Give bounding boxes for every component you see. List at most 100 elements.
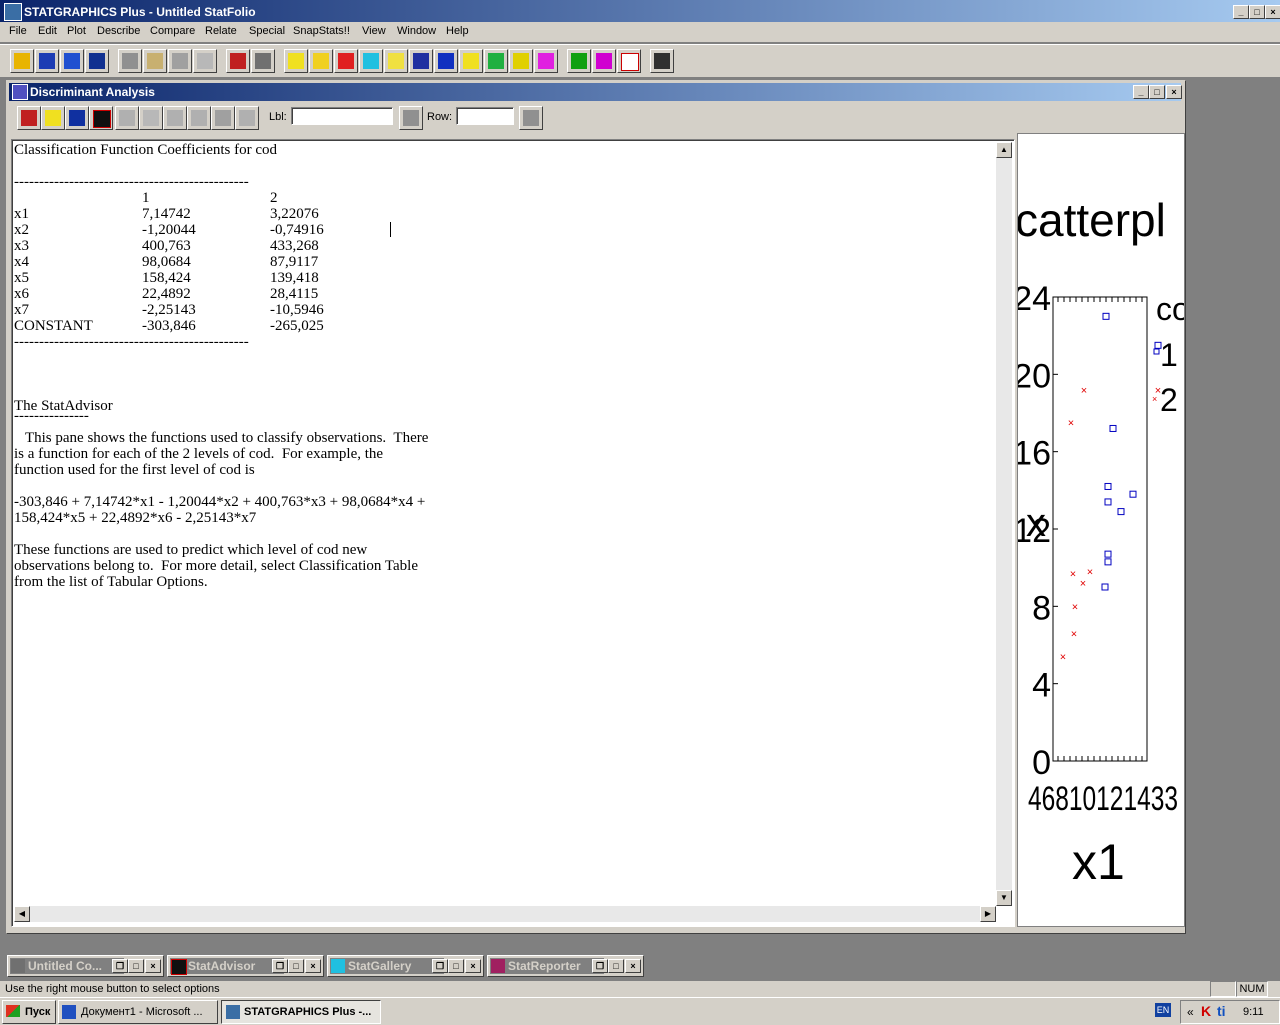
close-statgallery-button[interactable]: × <box>465 959 481 973</box>
text-output-pane[interactable]: Classification Function Coefficients for… <box>11 139 1015 927</box>
brush-button[interactable] <box>187 106 211 130</box>
maximize-statfolio-button[interactable]: □ <box>128 959 144 973</box>
coef-cell: 158,424 <box>142 270 191 286</box>
menu-snapstats[interactable]: SnapStats!! <box>293 25 350 37</box>
binoculars-icon <box>403 110 419 126</box>
col-header-2: 2 <box>270 190 278 206</box>
restore-statreporter-button[interactable]: ❐ <box>592 959 608 973</box>
menu-file[interactable]: File <box>9 25 27 37</box>
paste-button[interactable] <box>168 49 192 73</box>
scroll-left-button[interactable]: ◀ <box>14 906 30 922</box>
include-button[interactable] <box>163 106 187 130</box>
undo-button[interactable] <box>193 49 217 73</box>
kaspersky-icon[interactable]: K <box>1201 1003 1211 1019</box>
menu-help[interactable]: Help <box>446 25 469 37</box>
maximize-statadvisor-button[interactable]: □ <box>288 959 304 973</box>
child-minimize-button[interactable]: _ <box>1133 85 1149 99</box>
input-dialog-button[interactable] <box>17 106 41 130</box>
minimize-button[interactable]: _ <box>1233 5 1249 19</box>
scroll-up-button[interactable]: ▲ <box>996 142 1012 158</box>
y-tick-label: 0 <box>1032 744 1051 782</box>
close-button[interactable]: × <box>1265 5 1280 19</box>
matrix-button[interactable] <box>359 49 383 73</box>
analysis-options-button[interactable] <box>41 106 65 130</box>
vertical-scrollbar[interactable]: ▲ ▼ <box>996 142 1012 906</box>
save-button[interactable] <box>35 49 59 73</box>
spreadsheet-button[interactable] <box>60 49 84 73</box>
minimized-statreporter[interactable]: StatReporter ❐ □ × <box>487 955 644 977</box>
timeseries-button[interactable] <box>409 49 433 73</box>
save-results-button[interactable] <box>115 106 139 130</box>
menu-edit[interactable]: Edit <box>38 25 57 37</box>
y-axis-label-fragment: x <box>1026 501 1046 545</box>
lbl-find-button[interactable] <box>399 106 423 130</box>
close-statfolio-button[interactable]: × <box>145 959 161 973</box>
identify-button[interactable] <box>211 106 235 130</box>
menu-view[interactable]: View <box>362 25 386 37</box>
scatter-icon <box>288 53 304 69</box>
tabular-options-button[interactable] <box>89 106 113 130</box>
maximize-statreporter-button[interactable]: □ <box>608 959 624 973</box>
wizard-button[interactable] <box>592 49 616 73</box>
help-button[interactable] <box>617 49 641 73</box>
menu-describe[interactable]: Describe <box>97 25 140 37</box>
lbl-field[interactable] <box>291 107 393 125</box>
top-ticks <box>1057 297 1143 761</box>
tray-app-icon[interactable]: ti <box>1217 1003 1226 1019</box>
scroll-down-button[interactable]: ▼ <box>996 890 1012 906</box>
scroll-right-button[interactable]: ▶ <box>980 906 996 922</box>
task-statgraphics[interactable]: STATGRAPHICS Plus -... <box>221 1000 381 1024</box>
copy-button[interactable] <box>143 49 167 73</box>
exclude-button[interactable] <box>139 106 163 130</box>
language-indicator[interactable]: EN <box>1155 1003 1171 1017</box>
statadvisor-button[interactable] <box>567 49 591 73</box>
tray-expand-icon[interactable]: « <box>1187 1005 1194 1019</box>
control-chart-button[interactable] <box>509 49 533 73</box>
row-find-button[interactable] <box>519 106 543 130</box>
maximize-statgallery-button[interactable]: □ <box>448 959 464 973</box>
minimized-statgallery[interactable]: StatGallery ❐ □ × <box>327 955 484 977</box>
col-header-1: 1 <box>142 190 150 206</box>
exclude-icon <box>143 110 159 126</box>
open-button[interactable] <box>10 49 34 73</box>
calculator-button[interactable] <box>650 49 674 73</box>
maximize-button[interactable]: □ <box>1249 5 1265 19</box>
task-word-document[interactable]: Документ1 - Microsoft ... <box>58 1000 218 1024</box>
print-button[interactable] <box>226 49 250 73</box>
menu-special[interactable]: Special <box>249 25 285 37</box>
child-maximize-button[interactable]: □ <box>1149 85 1165 99</box>
child-close-button[interactable]: × <box>1166 85 1182 99</box>
distribution-button[interactable] <box>434 49 458 73</box>
menu-window[interactable]: Window <box>397 25 436 37</box>
menu-compare[interactable]: Compare <box>150 25 195 37</box>
minimized-statadvisor[interactable]: StatAdvisor ❐ □ × <box>167 955 324 977</box>
scatterplot-button[interactable] <box>284 49 308 73</box>
menu-plot[interactable]: Plot <box>67 25 86 37</box>
horizontal-scrollbar[interactable]: ◀ ▶ <box>14 906 996 922</box>
glm-button[interactable] <box>534 49 558 73</box>
restore-statfolio-button[interactable]: ❐ <box>112 959 128 973</box>
close-statadvisor-button[interactable]: × <box>305 959 321 973</box>
cut-button[interactable] <box>118 49 142 73</box>
graph-pane[interactable]: catterpl co 1 × 2 24201612840 ××××××××× … <box>1017 133 1185 927</box>
line-tool-button[interactable] <box>235 106 259 130</box>
minimized-statfolio[interactable]: Untitled Co... ❐ □ × <box>7 955 164 977</box>
coef-cell: 7,14742 <box>142 206 191 222</box>
point-group-2: × <box>1087 567 1093 579</box>
data-save-button[interactable] <box>85 49 109 73</box>
restore-statadvisor-button[interactable]: ❐ <box>272 959 288 973</box>
close-statreporter-button[interactable]: × <box>625 959 641 973</box>
y-tick-label: 16 <box>1018 435 1051 473</box>
graphical-options-button[interactable] <box>65 106 89 130</box>
print-preview-button[interactable] <box>251 49 275 73</box>
line-chart-button[interactable] <box>459 49 483 73</box>
menu-relate[interactable]: Relate <box>205 25 237 37</box>
point-group-2: × <box>1060 652 1066 664</box>
surface-button[interactable] <box>484 49 508 73</box>
row-field[interactable] <box>456 107 514 125</box>
xyplot-button[interactable] <box>384 49 408 73</box>
barchart-button[interactable] <box>334 49 358 73</box>
restore-statgallery-button[interactable]: ❐ <box>432 959 448 973</box>
summary-button[interactable] <box>309 49 333 73</box>
paste-icon <box>172 53 188 69</box>
